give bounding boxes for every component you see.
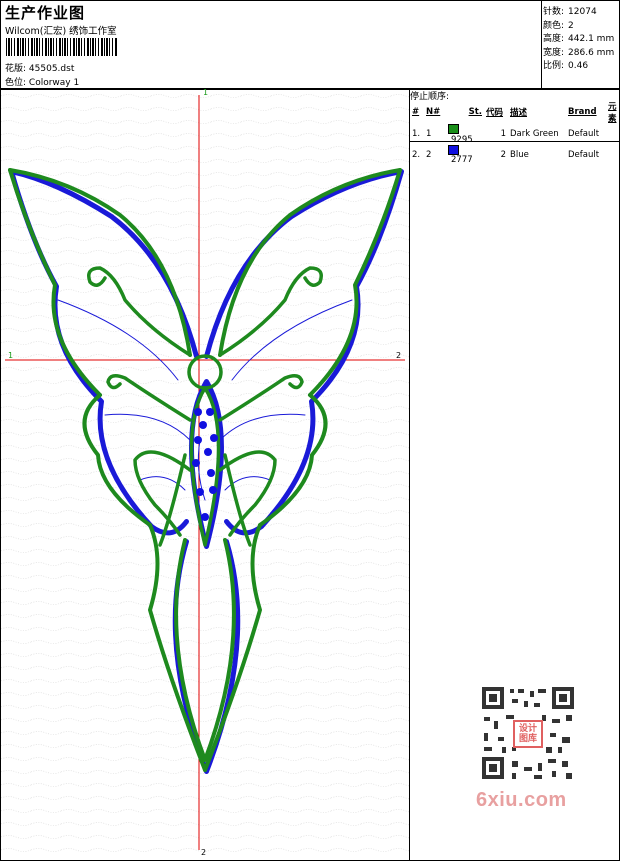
row-brand: Default (568, 129, 600, 140)
stat-label: 高度: (543, 34, 565, 44)
col-element: 元素 (608, 102, 617, 124)
row-code: 2 (500, 149, 506, 160)
stat-value: 12074 (568, 7, 597, 17)
qr-badge-text: 设计图库 (518, 724, 537, 744)
row-stitches: 9295 (451, 134, 473, 145)
row-element (606, 145, 620, 166)
color-row: 2. 2 2777 2 Blue Default (410, 144, 620, 166)
stat-label: 颜色: (543, 20, 565, 31)
col-num: # (412, 107, 420, 117)
row-n: 2 (426, 149, 432, 160)
stat-row: 针数: 12074 (543, 4, 597, 17)
color-table: # N# St. 代码 描述 Brand 元素 1. 1 9295 1 Dark Gre… (410, 100, 620, 165)
stat-value: 286.6 mm (568, 47, 615, 58)
stat-row: 高度: 442.1 mm (543, 31, 614, 44)
watermark-site: 6xiu.com (476, 789, 567, 811)
row-element (606, 124, 620, 145)
embroidery-design (5, 95, 405, 850)
axis-label-bottom: 2 (201, 848, 207, 857)
col-brand: Brand (568, 107, 597, 117)
stat-label: 比例: (543, 61, 565, 71)
stat-label: 宽度: (543, 47, 565, 58)
row-brand: Default (568, 149, 600, 160)
axis-label-left: 1 (8, 351, 14, 360)
row-desc: Dark Green (510, 129, 559, 140)
row-num: 1. (412, 129, 421, 140)
row-stitches-cell: 9295 (446, 124, 484, 145)
col-n: N# (426, 107, 441, 117)
stat-value: 2 (568, 20, 574, 31)
col-desc: 描述 (510, 108, 528, 118)
col-code: 代码 (486, 108, 504, 118)
stat-row: 颜色: 2 (543, 18, 574, 31)
row-stitches: 2777 (451, 155, 473, 165)
row-n: 1 (426, 129, 432, 140)
row-stitches-cell: 2777 (446, 144, 484, 165)
axis-label-top: 1 (203, 88, 209, 97)
color-swatch (448, 144, 459, 155)
stat-value: 442.1 mm (568, 34, 615, 44)
row-desc: Blue (510, 149, 529, 160)
axis-label-right: 2 (396, 351, 402, 360)
row-num: 2. (412, 149, 421, 160)
color-row: 1. 1 9295 1 Dark Green Default (410, 124, 620, 145)
color-swatch (448, 124, 459, 134)
qr-code: 设计图库 (472, 681, 584, 787)
stat-row: 比例: 0.46 (543, 58, 588, 71)
stat-label: 针数: (543, 7, 565, 17)
stat-value: 0.46 (568, 61, 589, 71)
col-stitches: St. (468, 107, 482, 117)
row-code: 1 (500, 129, 506, 140)
stat-row: 宽度: 286.6 mm (543, 45, 614, 58)
